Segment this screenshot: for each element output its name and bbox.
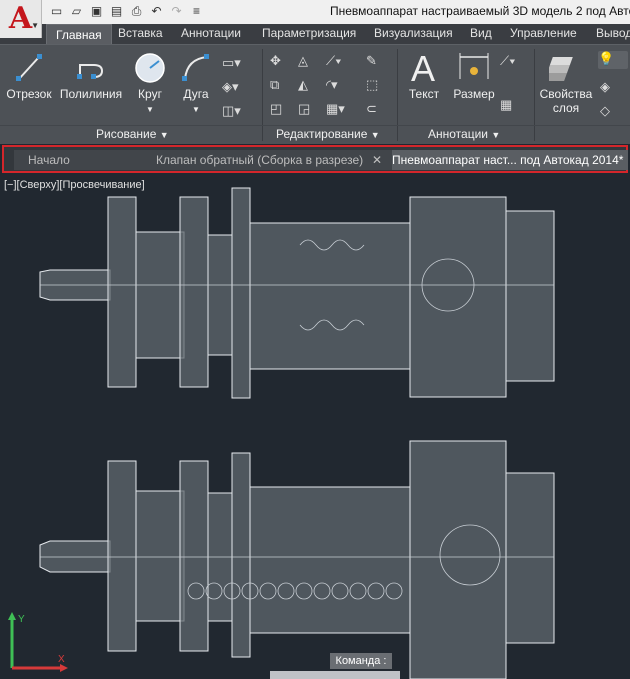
offset-icon[interactable]: ⊂	[366, 101, 377, 117]
tab-output[interactable]: Вывод	[596, 26, 630, 40]
arc-icon	[182, 54, 209, 81]
layer-properties-label-line2: слоя	[552, 101, 580, 115]
application-menu-button[interactable]: A ▼	[0, 0, 42, 38]
array-icon[interactable]: ▦▾	[326, 101, 345, 117]
copy-icon[interactable]: ⧉	[270, 77, 279, 93]
lightbulb-icon[interactable]: 💡	[598, 51, 628, 69]
doc-tab-active[interactable]: Пневмоаппарат наст... под Автокад 2014*	[392, 150, 628, 170]
svg-text:X: X	[58, 654, 65, 665]
quick-access-toolbar: ▭ ▱ ▣ ▤ ⎙ ↶ ↷ ≡	[48, 3, 205, 20]
panel-label-bar	[0, 125, 630, 126]
circle-tool-label: Круг	[138, 87, 162, 101]
text-tool-button[interactable]: A Текст	[404, 49, 444, 101]
chevron-down-icon: ▼	[370, 130, 380, 140]
arc-tool-label: Дуга	[183, 87, 209, 101]
window-title: Пневмоаппарат настраиваемый 3D модель 2 …	[330, 4, 630, 18]
title-bar: ▭ ▱ ▣ ▤ ⎙ ↶ ↷ ≡ Пневмоаппарат настраивае…	[0, 0, 630, 24]
tab-view[interactable]: Вид	[470, 26, 492, 40]
leader-icon[interactable]: ⟋▾	[500, 53, 515, 69]
polyline-tool-label: Полилиния	[59, 87, 123, 101]
panel-label-modify[interactable]: Редактирование ▼	[276, 127, 380, 141]
dimension-tool-button[interactable]: Размер	[450, 49, 498, 101]
print-icon[interactable]: ⎙	[128, 3, 145, 20]
drawing-canvas	[39, 187, 555, 679]
status-strip	[270, 671, 400, 679]
undo-icon[interactable]: ↶	[148, 3, 165, 20]
dimension-icon	[459, 53, 489, 79]
pneumatic-assembly-section-view	[39, 440, 555, 679]
doc-tab-check-valve[interactable]: Клапан обратный (Сборка в разрезе) ✕	[142, 150, 392, 170]
chevron-down-icon: ▼	[31, 21, 39, 30]
circle-tool-button[interactable]: Круг ▼	[128, 51, 172, 114]
svg-text:Y: Y	[18, 614, 25, 625]
workspace-icon[interactable]: ≡	[188, 3, 205, 20]
dimension-tool-label: Размер	[453, 87, 495, 101]
redo-icon[interactable]: ↷	[168, 3, 185, 20]
rotate-icon[interactable]: ◬	[298, 53, 308, 69]
ribbon-tab-bar: Главная Вставка Аннотации Параметризация…	[0, 24, 630, 44]
gradient-icon[interactable]: ◫▾	[222, 103, 241, 119]
chevron-down-icon[interactable]: ▼	[192, 105, 200, 114]
tab-home[interactable]: Главная	[46, 24, 112, 44]
line-tool-button[interactable]: Отрезок	[4, 51, 54, 101]
polyline-icon	[77, 64, 104, 79]
trim-icon[interactable]: ⟋▾	[326, 53, 341, 69]
line-tool-label: Отрезок	[6, 87, 52, 101]
doc-tab-label: Пневмоаппарат наст... под Автокад 2014*	[392, 153, 624, 167]
layer-properties-icon	[549, 57, 573, 81]
panel-label-draw[interactable]: Рисование ▼	[96, 127, 169, 141]
chevron-down-icon[interactable]: ▼	[146, 105, 154, 114]
panel-label-annotate[interactable]: Аннотации ▼	[428, 127, 500, 141]
open-folder-icon[interactable]: ▱	[68, 3, 85, 20]
doc-tab-label: Начало	[28, 153, 70, 167]
text-icon: A	[411, 49, 435, 85]
save-as-icon[interactable]: ▤	[108, 3, 125, 20]
tab-annotate[interactable]: Аннотации	[181, 26, 241, 40]
tab-parametric[interactable]: Параметризация	[262, 26, 356, 40]
save-icon[interactable]: ▣	[88, 3, 105, 20]
layer-state-icon[interactable]: ◈	[600, 79, 610, 95]
close-icon[interactable]: ✕	[372, 150, 382, 170]
circle-icon	[135, 53, 165, 83]
ucs-icon: Y X	[8, 612, 68, 672]
polyline-tool-button[interactable]: Полилиния	[56, 51, 126, 101]
doc-tab-label: Клапан обратный (Сборка в разрезе)	[156, 153, 364, 167]
panel-separator	[262, 49, 263, 141]
table-icon[interactable]: ▦	[500, 97, 512, 113]
autocad-window: ▭ ▱ ▣ ▤ ⎙ ↶ ↷ ≡ Пневмоаппарат настраивае…	[0, 0, 630, 679]
explode-icon[interactable]: ⬚	[366, 77, 378, 93]
autocad-logo-icon: A	[8, 1, 33, 36]
layer-properties-button[interactable]: Свойства слоя	[538, 51, 594, 115]
panel-separator	[534, 49, 535, 141]
new-file-icon[interactable]: ▭	[48, 3, 65, 20]
rectangle-icon[interactable]: ▭▾	[222, 55, 241, 71]
ribbon-panel: Отрезок Полилиния Круг ▼ Дуга ▼ ▭▾ ◈▾ ◫▾…	[0, 44, 630, 144]
arc-tool-button[interactable]: Дуга ▼	[174, 51, 218, 114]
line-icon	[16, 54, 42, 81]
tab-manage[interactable]: Управление	[510, 26, 577, 40]
command-line[interactable]: Команда :	[330, 653, 392, 669]
document-tabs: Начало Клапан обратный (Сборка в разрезе…	[2, 145, 628, 173]
fillet-icon[interactable]: ◜▾	[326, 77, 338, 93]
layer-properties-label-line1: Свойства	[539, 87, 593, 101]
panel-separator	[397, 49, 398, 141]
tab-insert[interactable]: Вставка	[118, 26, 163, 40]
tab-visualize[interactable]: Визуализация	[374, 26, 453, 40]
doc-tab-start[interactable]: Начало	[14, 150, 142, 170]
pneumatic-assembly-top-view	[39, 187, 555, 399]
erase-icon[interactable]: ✎	[366, 53, 377, 69]
mirror-icon[interactable]: ◭	[298, 77, 308, 93]
layer-match-icon[interactable]: ◇	[600, 103, 610, 119]
chevron-down-icon: ▼	[159, 130, 169, 140]
stretch-icon[interactable]: ◰	[270, 101, 282, 117]
text-tool-label: Текст	[408, 87, 440, 101]
chevron-down-icon: ▼	[491, 130, 501, 140]
move-icon[interactable]: ✥	[270, 53, 281, 69]
svg-text:A: A	[411, 49, 435, 85]
hatch-icon[interactable]: ◈▾	[222, 79, 239, 95]
scale-icon[interactable]: ◲	[298, 101, 310, 117]
